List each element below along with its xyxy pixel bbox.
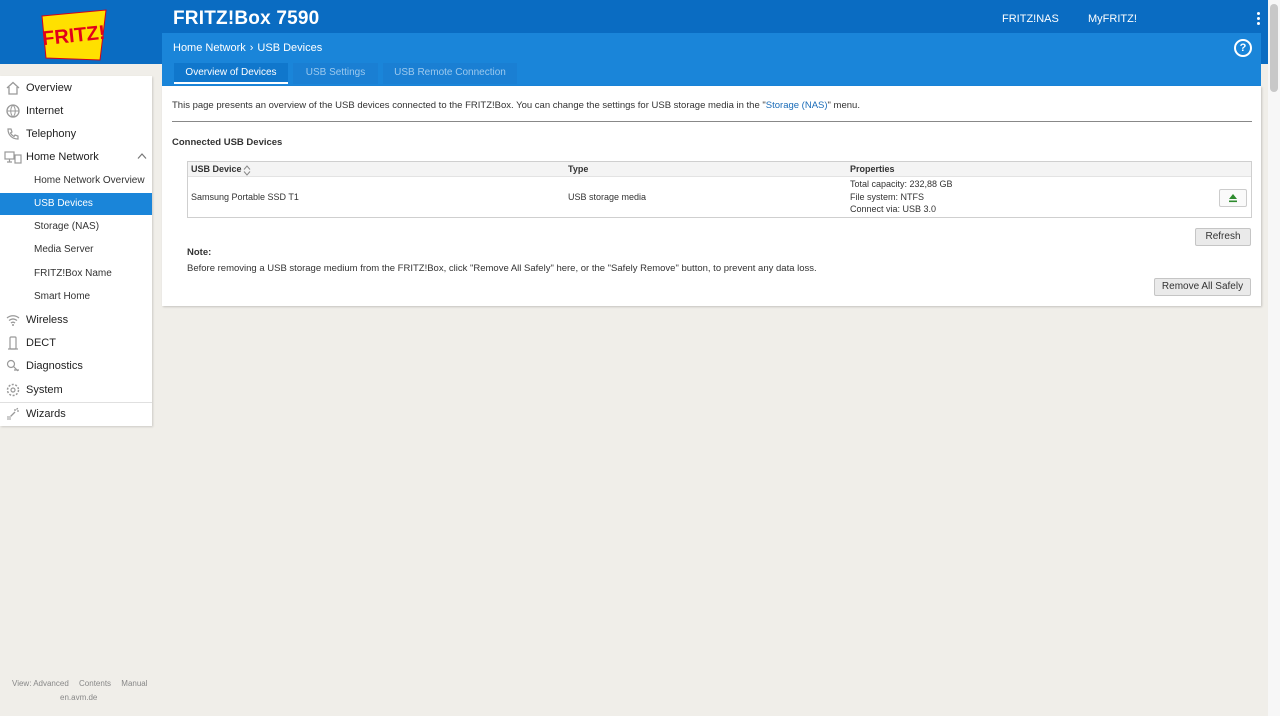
sidebar-item-telephony[interactable]: Telephony [0, 123, 152, 145]
note-title: Note: [187, 247, 212, 258]
diagnostics-icon [6, 359, 19, 372]
storage-nas-link[interactable]: Storage (NAS) [766, 100, 828, 111]
sidebar-item-label: Overview [26, 82, 72, 94]
column-header-usb-device[interactable]: USB Device [191, 164, 251, 176]
remove-all-safely-button[interactable]: Remove All Safely [1154, 278, 1251, 296]
sidebar-subitem-label: Smart Home [34, 291, 91, 302]
dect-phone-icon [8, 336, 18, 350]
footer-links: View: Advanced Contents Manual [12, 679, 148, 688]
sidebar-item-label: Wizards [26, 408, 66, 420]
tab-overview-of-devices[interactable]: Overview of Devices [174, 63, 288, 84]
sidebar-item-label: DECT [26, 337, 56, 349]
main-content: This page presents an overview of the US… [162, 86, 1261, 306]
cell-connect-via: Connect via: USB 3.0 [850, 204, 937, 214]
intro-text-before: This page presents an overview of the US… [172, 100, 766, 111]
cell-file-system: File system: NTFS [850, 192, 925, 202]
sidebar-subitem-home-network-overview[interactable]: Home Network Overview [0, 170, 152, 192]
sidebar-item-home-network[interactable]: Home Network [0, 146, 152, 168]
network-icon [4, 151, 22, 164]
column-header-type: Type [568, 164, 589, 174]
sidebar-item-dect[interactable]: DECT [0, 332, 152, 354]
column-header-label: USB Device [191, 164, 242, 174]
sidebar-subitem-fritzbox-name[interactable]: FRITZ!Box Name [0, 263, 152, 285]
breadcrumb-home-network[interactable]: Home Network [173, 42, 246, 54]
sidebar-item-wireless[interactable]: Wireless [0, 309, 152, 331]
sidebar-subitem-label: Media Server [34, 244, 94, 255]
usb-devices-table: USB Device Type Properties Samsung Porta… [187, 161, 1252, 218]
breadcrumb-bar: Home Network › USB Devices ? Overview of D… [162, 33, 1261, 86]
fritz-nas-link[interactable]: FRITZ!NAS [1002, 13, 1059, 25]
wizard-icon [7, 407, 19, 420]
vertical-scrollbar[interactable] [1268, 0, 1280, 716]
divider [172, 121, 1252, 122]
cell-device-name: Samsung Portable SSD T1 [191, 192, 299, 202]
sidebar-item-internet[interactable]: Internet [0, 100, 152, 122]
sort-icon[interactable] [243, 165, 251, 176]
manual-link[interactable]: Manual [121, 679, 147, 688]
sidebar-subitem-media-server[interactable]: Media Server [0, 239, 152, 261]
help-icon[interactable]: ? [1234, 39, 1252, 57]
note-text: Before removing a USB storage medium fro… [187, 263, 817, 274]
sidebar-item-label: Telephony [26, 128, 77, 140]
refresh-button[interactable]: Refresh [1195, 228, 1251, 246]
fritz-logo[interactable]: FRITZ! [36, 4, 112, 64]
sidebar-item-system[interactable]: System [0, 379, 152, 401]
sidebar-item-diagnostics[interactable]: Diagnostics [0, 355, 152, 377]
sidebar: Overview Internet Telephony Home Network… [0, 76, 152, 426]
sidebar-item-label: Internet [26, 105, 64, 117]
scrollbar-thumb[interactable] [1270, 4, 1278, 92]
tab-usb-remote-connection[interactable]: USB Remote Connection [383, 63, 517, 84]
safely-remove-button[interactable] [1219, 189, 1247, 207]
sidebar-subitem-label: Home Network Overview [34, 175, 145, 186]
wifi-icon [6, 315, 20, 326]
sidebar-subitem-label: USB Devices [34, 198, 93, 209]
eject-icon [1229, 194, 1237, 203]
sidebar-item-label: System [26, 384, 63, 396]
tab-usb-settings[interactable]: USB Settings [293, 63, 378, 84]
breadcrumb: Home Network › USB Devices [173, 42, 322, 54]
sidebar-item-overview[interactable]: Overview [0, 77, 152, 99]
intro-text: This page presents an overview of the US… [172, 100, 860, 111]
myfritz-link[interactable]: MyFRITZ! [1088, 13, 1137, 25]
intro-text-after: " menu. [827, 100, 860, 111]
view-advanced-link[interactable]: View: Advanced [12, 679, 69, 688]
globe-icon [6, 104, 20, 118]
sidebar-item-label: Diagnostics [26, 360, 83, 372]
table-header: USB Device Type Properties [188, 162, 1251, 177]
breadcrumb-current: USB Devices [257, 42, 323, 54]
sidebar-subitem-smart-home[interactable]: Smart Home [0, 286, 152, 308]
contents-link[interactable]: Contents [79, 679, 111, 688]
sidebar-subitem-label: Storage (NAS) [34, 221, 100, 232]
device-title: FRITZ!Box 7590 [173, 8, 320, 29]
section-title: Connected USB Devices [172, 137, 283, 148]
sidebar-item-wizards[interactable]: Wizards [0, 403, 152, 425]
avm-site-link[interactable]: en.avm.de [60, 693, 97, 702]
cell-device-type: USB storage media [568, 192, 647, 202]
breadcrumb-separator-icon: › [249, 42, 254, 54]
sidebar-subitem-storage-nas[interactable]: Storage (NAS) [0, 216, 152, 238]
sidebar-item-label: Wireless [26, 314, 69, 326]
column-header-properties: Properties [850, 164, 895, 174]
sidebar-item-label: Home Network [26, 151, 99, 163]
sidebar-subitem-label: FRITZ!Box Name [34, 268, 112, 279]
phone-icon [7, 128, 19, 140]
chevron-up-icon[interactable] [137, 152, 147, 160]
more-menu-icon[interactable] [1254, 12, 1262, 28]
sidebar-subitem-usb-devices[interactable]: USB Devices [0, 193, 152, 215]
home-icon [6, 81, 20, 95]
cell-total-capacity: Total capacity: 232,88 GB [850, 179, 953, 189]
system-gear-icon [6, 383, 20, 397]
